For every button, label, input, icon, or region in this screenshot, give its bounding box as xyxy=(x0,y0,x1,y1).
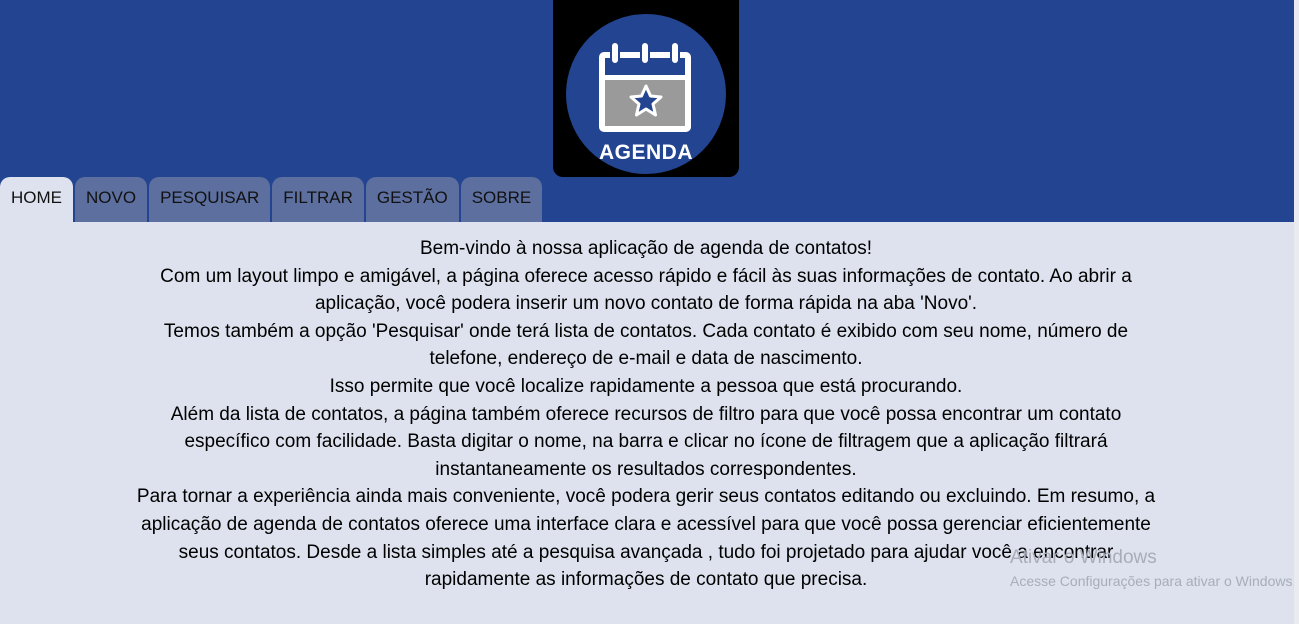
search-paragraph: Temos também a opção 'Pesquisar' onde te… xyxy=(163,320,1129,370)
tab-sobre[interactable]: SOBRE xyxy=(460,177,543,222)
intro-paragraph: Com um layout limpo e amigável, a página… xyxy=(160,265,1132,315)
agenda-logo[interactable]: AGENDA xyxy=(553,0,739,177)
tab-gestao[interactable]: GESTÃO xyxy=(365,177,459,222)
app-header: AGENDA HOME NOVO PESQUISAR FILTRAR GESTÃ… xyxy=(0,0,1294,222)
windows-activation-watermark: Ativar o Windows Acesse Configurações pa… xyxy=(1010,546,1296,592)
filter-paragraph: Além da lista de contatos, a página tamb… xyxy=(170,403,1122,480)
welcome-heading: Bem-vindo à nossa aplicação de agenda de… xyxy=(419,238,873,259)
window-edge xyxy=(1294,0,1299,624)
locate-paragraph: Isso permite que você localize rapidamen… xyxy=(329,375,963,397)
tab-filtrar[interactable]: FILTRAR xyxy=(272,177,364,222)
welcome-text: Bem-vindo à nossa aplicação de agenda de… xyxy=(126,235,1166,594)
tab-novo[interactable]: NOVO xyxy=(75,177,148,222)
logo-label: AGENDA xyxy=(598,141,693,164)
tab-bar: HOME NOVO PESQUISAR FILTRAR GESTÃO SOBRE xyxy=(0,177,544,222)
tab-pesquisar[interactable]: PESQUISAR xyxy=(149,177,271,222)
tab-home[interactable]: HOME xyxy=(0,177,73,222)
watermark-subtitle: Acesse Configurações para ativar o Windo… xyxy=(1010,573,1297,589)
watermark-title: Ativar o Windows xyxy=(1010,547,1157,568)
